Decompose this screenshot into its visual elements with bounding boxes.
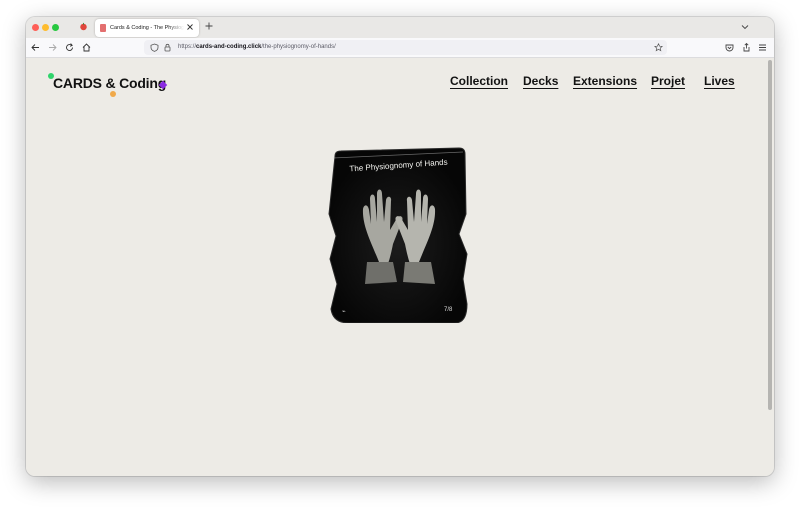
tab-active[interactable]: Cards & Coding - The Physiognomy of Hand… bbox=[95, 19, 199, 37]
zoom-window-button[interactable] bbox=[52, 24, 59, 31]
tarot-card[interactable]: The Physiognomy of Hands ⌁ 7/8 bbox=[327, 144, 470, 323]
forward-icon[interactable] bbox=[47, 42, 58, 53]
lock-icon[interactable] bbox=[163, 43, 172, 52]
url-prefix: https:// bbox=[178, 44, 197, 50]
tab-title: Cards & Coding - The Physiognomy of Hand… bbox=[110, 25, 184, 31]
nav-link-projet[interactable]: Projet bbox=[651, 74, 685, 88]
url-domain: cards-and-coding.click bbox=[196, 44, 262, 50]
nav-link-extensions[interactable]: Extensions bbox=[573, 74, 637, 88]
card-number: 7/8 bbox=[444, 307, 453, 313]
tab-strip: Cards & Coding - The Physiognomy of Hand… bbox=[26, 17, 774, 38]
scrollbar-thumb[interactable] bbox=[768, 60, 772, 410]
nav-link-collection[interactable]: Collection bbox=[450, 74, 508, 88]
minimize-window-button[interactable] bbox=[42, 24, 49, 31]
close-window-button[interactable] bbox=[32, 24, 39, 31]
chevron-down-icon[interactable] bbox=[740, 22, 750, 32]
bookmark-star-icon[interactable] bbox=[654, 43, 663, 52]
nav-link-lives[interactable]: Lives bbox=[704, 74, 735, 88]
url-text[interactable]: https://cards-and-coding.click/the-physi… bbox=[178, 43, 336, 52]
hamburger-menu-icon[interactable] bbox=[757, 42, 768, 53]
page-viewport: CARDS & Coding Collection Decks Extensio… bbox=[26, 58, 774, 476]
vertical-scrollbar[interactable] bbox=[767, 58, 773, 476]
address-bar[interactable]: https://cards-and-coding.click/the-physi… bbox=[144, 40, 667, 55]
back-icon[interactable] bbox=[30, 42, 41, 53]
favicon-icon bbox=[100, 24, 106, 32]
nav-link-decks[interactable]: Decks bbox=[523, 74, 558, 88]
browser-window: Cards & Coding - The Physiognomy of Hand… bbox=[26, 17, 774, 476]
extension-icon[interactable] bbox=[79, 22, 88, 31]
pocket-icon[interactable] bbox=[724, 42, 735, 53]
url-path: /the-physiognomy-of-hands/ bbox=[261, 44, 336, 50]
new-tab-icon[interactable] bbox=[204, 21, 214, 31]
share-icon[interactable] bbox=[741, 42, 752, 53]
navigation-toolbar: https://cards-and-coding.click/the-physi… bbox=[26, 38, 774, 58]
site-logo[interactable]: CARDS & Coding bbox=[53, 75, 166, 91]
reload-icon[interactable] bbox=[64, 42, 75, 53]
shield-icon[interactable] bbox=[150, 43, 159, 52]
home-icon[interactable] bbox=[81, 42, 92, 53]
logo-dot-orange bbox=[110, 91, 116, 97]
close-tab-icon[interactable] bbox=[185, 22, 195, 32]
card-symbol: ⌁ bbox=[342, 309, 346, 315]
